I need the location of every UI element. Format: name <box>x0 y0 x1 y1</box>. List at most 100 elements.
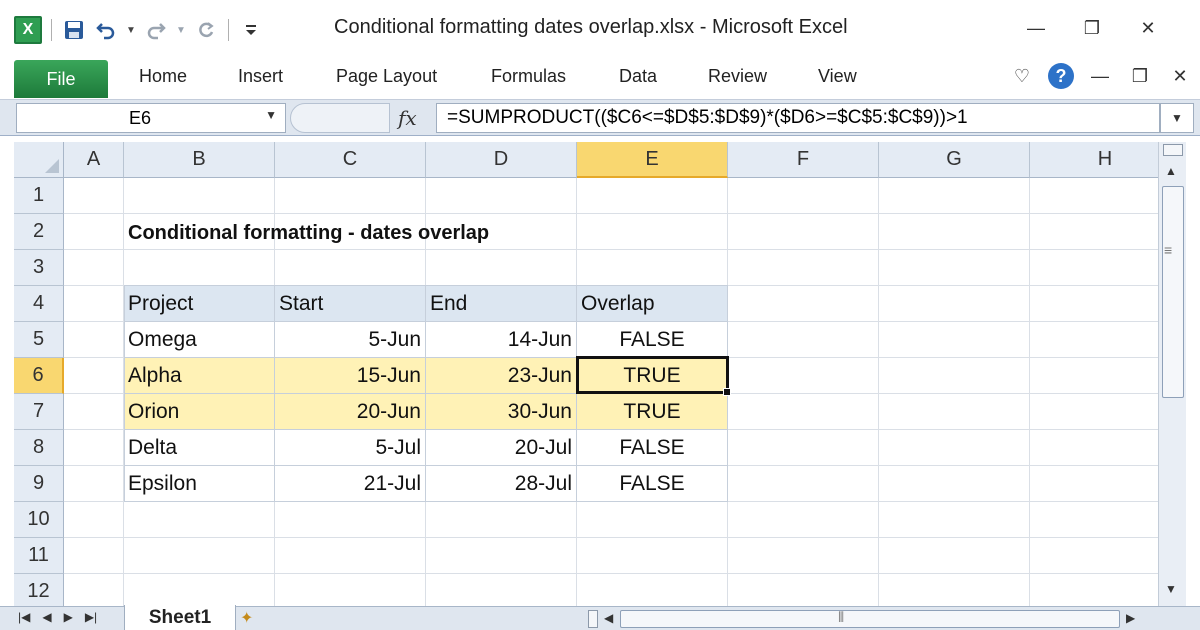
row-header-1[interactable]: 1 <box>14 178 64 214</box>
maximize-icon[interactable]: ❐ <box>1074 14 1110 42</box>
save-icon[interactable] <box>61 17 87 43</box>
file-tab[interactable]: File <box>14 60 108 98</box>
prev-sheet-icon[interactable]: ◀ <box>42 610 51 624</box>
table-cell-project[interactable]: Delta <box>124 430 275 466</box>
row-header-7[interactable]: 7 <box>14 394 64 430</box>
column-header-h[interactable]: H <box>1030 142 1158 178</box>
table-cell-start[interactable]: 20-Jun <box>275 394 426 430</box>
repeat-icon[interactable] <box>193 17 219 43</box>
vertical-scroll-thumb[interactable] <box>1162 186 1184 398</box>
table-cell-project[interactable]: Orion <box>124 394 275 430</box>
ribbon: File Home Insert Page Layout Formulas Da… <box>0 54 1200 100</box>
workbook-close-icon[interactable]: ✕ <box>1166 62 1194 90</box>
table-cell-start[interactable]: 5-Jun <box>275 322 426 358</box>
table-header-project[interactable]: Project <box>124 286 275 322</box>
customize-icon[interactable] <box>238 17 264 43</box>
insert-sheet-icon[interactable]: ✦ <box>240 608 253 628</box>
scroll-right-icon[interactable]: ▶ <box>1126 611 1135 625</box>
tab-home[interactable]: Home <box>139 66 187 87</box>
tab-review[interactable]: Review <box>708 66 767 87</box>
column-header-b[interactable]: B <box>124 142 275 178</box>
row-header-12[interactable]: 12 <box>14 574 64 606</box>
tab-data[interactable]: Data <box>619 66 657 87</box>
table-cell-overlap[interactable]: FALSE <box>577 430 728 466</box>
scroll-left-icon[interactable]: ◀ <box>604 611 613 625</box>
table-cell-overlap[interactable]: FALSE <box>577 322 728 358</box>
column-header-e[interactable]: E <box>577 142 728 178</box>
column-header-f[interactable]: F <box>728 142 879 178</box>
vertical-scrollbar[interactable]: ▲ ≡ ▼ <box>1158 142 1186 606</box>
horizontal-scroll-thumb[interactable] <box>620 610 1120 628</box>
corner-triangle-icon <box>45 159 59 173</box>
tab-insert[interactable]: Insert <box>238 66 283 87</box>
ribbon-controls: ♡ ? — ❐ ✕ <box>1008 62 1194 90</box>
tab-formulas[interactable]: Formulas <box>491 66 566 87</box>
formula-bar-divider[interactable] <box>290 103 390 133</box>
minimize-icon[interactable]: — <box>1018 14 1054 42</box>
worksheet-grid[interactable]: A B C D E F G H 1 2 3 4 5 6 7 8 9 10 11 … <box>14 142 1158 606</box>
expand-formula-bar-icon[interactable]: ▼ <box>1160 103 1194 133</box>
column-header-d[interactable]: D <box>426 142 577 178</box>
table-cell-project[interactable]: Omega <box>124 322 275 358</box>
table-cell-start[interactable]: 15-Jun <box>275 358 426 394</box>
excel-app-icon[interactable]: X <box>14 16 42 44</box>
column-header-g[interactable]: G <box>879 142 1030 178</box>
workbook-restore-icon[interactable]: ❐ <box>1126 62 1154 90</box>
last-sheet-icon[interactable]: ▶| <box>85 610 97 624</box>
tab-page-layout[interactable]: Page Layout <box>336 66 437 87</box>
row-header-9[interactable]: 9 <box>14 466 64 502</box>
row-header-10[interactable]: 10 <box>14 502 64 538</box>
horizontal-split-handle[interactable] <box>588 610 598 628</box>
table-cell-overlap[interactable]: FALSE <box>577 466 728 502</box>
table-cell-project[interactable]: Epsilon <box>124 466 275 502</box>
redo-icon[interactable] <box>143 17 169 43</box>
column-header-c[interactable]: C <box>275 142 426 178</box>
help-icon[interactable]: ? <box>1048 63 1074 89</box>
table-cell-start[interactable]: 5-Jul <box>275 430 426 466</box>
undo-icon[interactable] <box>93 17 119 43</box>
table-cell-overlap[interactable]: TRUE <box>577 358 728 394</box>
close-icon[interactable]: ✕ <box>1130 14 1166 42</box>
column-header-a[interactable]: A <box>64 142 124 178</box>
table-header-overlap[interactable]: Overlap <box>577 286 728 322</box>
sheet-tab-sheet1[interactable]: Sheet1 <box>124 605 236 630</box>
row-header-11[interactable]: 11 <box>14 538 64 574</box>
redo-dropdown-icon[interactable]: ▼ <box>175 25 187 36</box>
first-sheet-icon[interactable]: |◀ <box>18 610 30 624</box>
scroll-grip-icon: ≡ <box>1164 242 1173 258</box>
formula-input[interactable]: =SUMPRODUCT(($C6<=$D$5:$D$9)*($D6>=$C$5:… <box>436 103 1160 133</box>
workbook-minimize-icon[interactable]: — <box>1086 62 1114 90</box>
undo-dropdown-icon[interactable]: ▼ <box>125 25 137 36</box>
formula-bar: E6 ▼ fx =SUMPRODUCT(($C6<=$D$5:$D$9)*($D… <box>0 100 1200 136</box>
table-cell-end[interactable]: 23-Jun <box>426 358 577 394</box>
chevron-down-icon[interactable]: ▼ <box>265 108 277 122</box>
row-header-6[interactable]: 6 <box>14 358 64 394</box>
name-box[interactable]: E6 ▼ <box>16 103 286 133</box>
row-header-4[interactable]: 4 <box>14 286 64 322</box>
tab-view[interactable]: View <box>818 66 857 87</box>
table-cell-end[interactable]: 20-Jul <box>426 430 577 466</box>
table-cell-start[interactable]: 21-Jul <box>275 466 426 502</box>
table-cell-end[interactable]: 28-Jul <box>426 466 577 502</box>
sheet-title-cell[interactable]: Conditional formatting - dates overlap <box>128 222 489 245</box>
row-header-5[interactable]: 5 <box>14 322 64 358</box>
row-header-2[interactable]: 2 <box>14 214 64 250</box>
ribbon-collapse-icon[interactable]: ♡ <box>1008 62 1036 90</box>
insert-function-icon[interactable]: fx <box>398 106 417 130</box>
table-header-start[interactable]: Start <box>275 286 426 322</box>
table-cell-project[interactable]: Alpha <box>124 358 275 394</box>
vertical-split-handle[interactable] <box>1163 144 1183 156</box>
table-cell-overlap[interactable]: TRUE <box>577 394 728 430</box>
gridline <box>1029 178 1030 606</box>
scroll-up-icon[interactable]: ▲ <box>1165 164 1177 178</box>
row-header-8[interactable]: 8 <box>14 430 64 466</box>
next-sheet-icon[interactable]: ▶ <box>64 610 73 624</box>
table-cell-end[interactable]: 14-Jun <box>426 322 577 358</box>
row-header-3[interactable]: 3 <box>14 250 64 286</box>
table-header-end[interactable]: End <box>426 286 577 322</box>
select-all-corner[interactable] <box>14 142 64 178</box>
table-cell-end[interactable]: 30-Jun <box>426 394 577 430</box>
fill-handle[interactable] <box>723 388 731 396</box>
scroll-down-icon[interactable]: ▼ <box>1165 582 1177 596</box>
quick-access-toolbar: X ▼ ▼ <box>14 16 264 44</box>
